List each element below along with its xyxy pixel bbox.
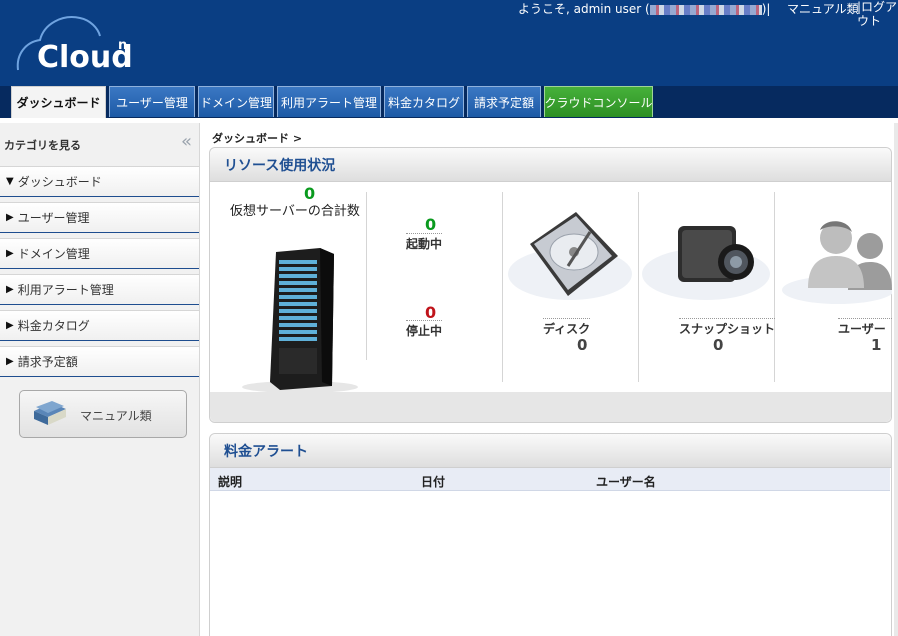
sidebar-item-domain-management[interactable]: ▶ ドメイン管理	[0, 238, 199, 269]
caret-right-icon: ▶	[6, 320, 14, 331]
sidebar-item-label: ドメイン管理	[17, 247, 90, 261]
collapse-icon[interactable]: «	[181, 131, 192, 152]
snapshot-count: 0	[713, 336, 724, 354]
snapshot-label: スナップショット	[679, 318, 776, 337]
tab-user-management[interactable]: ユーザー管理	[109, 86, 195, 117]
sidebar	[0, 123, 200, 636]
sidebar-item-usage-alert-management[interactable]: ▶ 利用アラート管理	[0, 274, 199, 305]
user-count: 1	[871, 336, 882, 354]
sidebar-item-label: 料金カタログ	[17, 319, 90, 333]
divider	[638, 192, 639, 382]
camera-icon	[642, 226, 770, 300]
users-icon	[782, 221, 892, 304]
sidebar-item-billing-forecast[interactable]: ▶ 請求予定額	[0, 346, 199, 377]
logout-link[interactable]: |ログアウト	[857, 0, 898, 28]
manual-link[interactable]: マニュアル類	[787, 0, 859, 17]
sidebar-title: カテゴリを見る	[4, 139, 81, 152]
tab-price-catalog[interactable]: 料金カタログ	[384, 86, 464, 117]
hard-disk-icon	[508, 212, 632, 300]
divider	[502, 192, 503, 382]
panel-footer	[210, 392, 891, 422]
sidebar-item-label: ダッシュボード	[17, 175, 102, 189]
alert-table-header	[210, 468, 890, 491]
column-header-username[interactable]: ユーザー名	[596, 473, 656, 490]
sidebar-item-price-catalog[interactable]: ▶ 料金カタログ	[0, 310, 199, 341]
sidebar-item-label: 請求予定額	[17, 355, 78, 369]
divider	[774, 192, 775, 382]
panel-title: 料金アラート	[210, 434, 891, 468]
tab-billing-forecast[interactable]: 請求予定額	[467, 86, 541, 117]
panel-title: リソース使用状況	[210, 148, 891, 182]
logo-superscript: n	[118, 38, 128, 53]
tab-dashboard[interactable]: ダッシュボード	[11, 86, 106, 118]
vm-total-label: 仮想サーバーの合計数	[230, 204, 360, 219]
manual-button-label: マニュアル類	[80, 409, 152, 423]
redacted-username	[649, 4, 762, 15]
vm-total-count: 0	[304, 184, 316, 203]
manual-button[interactable]: マニュアル類	[19, 390, 187, 438]
caret-down-icon: ▼	[6, 176, 14, 187]
user-label: ユーザー	[838, 318, 892, 337]
book-icon	[34, 401, 66, 425]
welcome-end: )|	[761, 2, 771, 16]
welcome-text: ようこそ, admin user ( )|	[518, 0, 770, 17]
column-header-description[interactable]: 説明	[218, 473, 242, 490]
sidebar-item-user-management[interactable]: ▶ ユーザー管理	[0, 202, 199, 233]
running-count: 0	[425, 215, 437, 234]
sidebar-item-label: ユーザー管理	[17, 211, 90, 225]
disk-label: ディスク	[543, 318, 591, 337]
sidebar-item-label: 利用アラート管理	[17, 283, 114, 297]
caret-right-icon: ▶	[6, 284, 14, 295]
tab-cloud-console[interactable]: クラウドコンソール	[544, 86, 653, 117]
scrollbar[interactable]	[894, 123, 898, 636]
server-icon	[242, 248, 358, 393]
running-label: 起動中	[406, 233, 443, 252]
breadcrumb[interactable]: ダッシュボード >	[212, 130, 302, 146]
column-header-date[interactable]: 日付	[421, 473, 445, 490]
price-alert-panel: 料金アラート	[209, 433, 892, 636]
welcome-label: ようこそ, admin user (	[518, 2, 650, 16]
tab-usage-alert-management[interactable]: 利用アラート管理	[277, 86, 381, 117]
sidebar-item-dashboard[interactable]: ▼ ダッシュボード	[0, 166, 199, 197]
caret-right-icon: ▶	[6, 248, 14, 259]
caret-right-icon: ▶	[6, 356, 14, 367]
caret-right-icon: ▶	[6, 212, 14, 223]
tab-domain-management[interactable]: ドメイン管理	[198, 86, 274, 117]
divider	[366, 192, 367, 360]
disk-count: 0	[577, 336, 588, 354]
stopped-label: 停止中	[406, 320, 443, 339]
